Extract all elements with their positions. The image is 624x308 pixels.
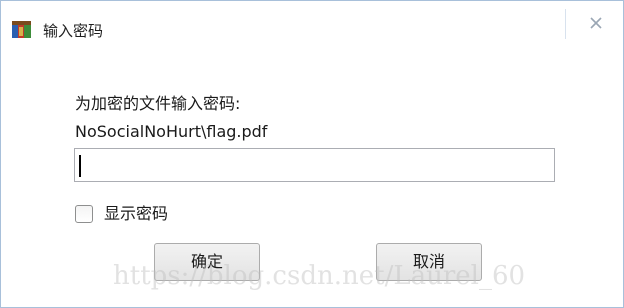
show-password-label[interactable]: 显示密码 [104,203,168,225]
encrypted-file-path: NoSocialNoHurt\flag.pdf [75,122,268,141]
watermark: https://blog.csdn.net/Laurel_60 [113,261,526,291]
password-dialog: 输入密码 为加密的文件输入密码: NoSocialNoHurt\flag.pdf… [0,0,624,308]
window-title: 输入密码 [43,22,104,40]
text-caret [79,155,81,177]
show-password-checkbox[interactable] [75,205,93,223]
close-icon [590,17,602,29]
password-prompt: 为加密的文件输入密码: [75,94,241,113]
winrar-archive-icon [12,21,32,39]
close-button[interactable] [565,9,623,39]
password-input[interactable] [74,148,555,182]
title-bar[interactable]: 输入密码 [1,1,623,40]
